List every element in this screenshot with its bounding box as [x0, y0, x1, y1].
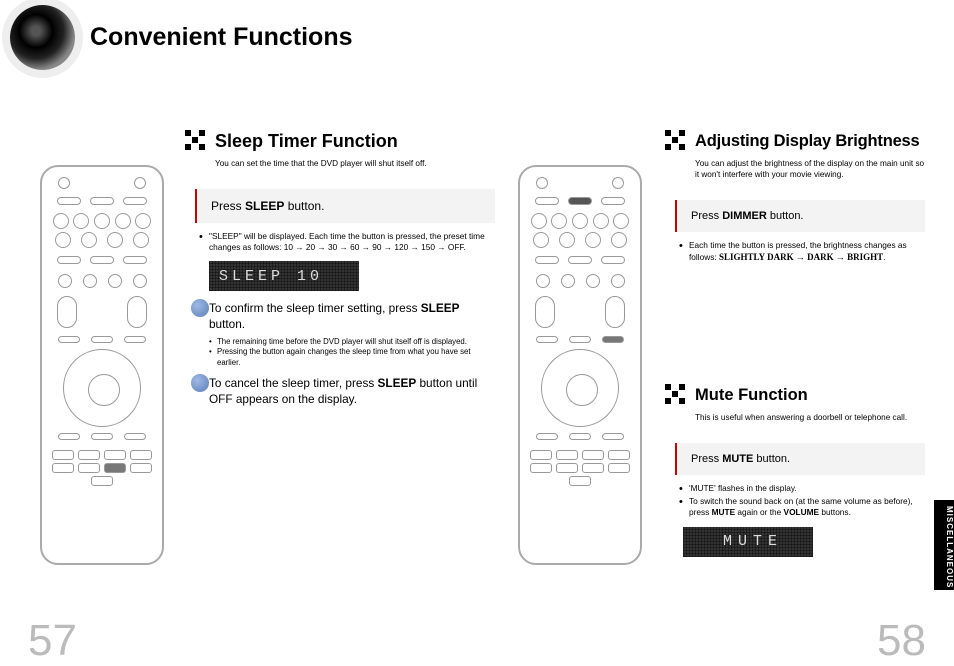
section-mute: Mute Function This is useful when answer… — [665, 384, 925, 567]
heading-text: Sleep Timer Function — [215, 131, 398, 152]
bullet-list: Each time the button is pressed, the bri… — [679, 240, 925, 263]
heading-text: Mute Function — [695, 386, 808, 405]
section-heading: Sleep Timer Function — [185, 130, 495, 152]
page-number-right: 58 — [877, 616, 926, 666]
page-header: Convenient Functions — [10, 5, 353, 70]
chevron-pattern-icon — [185, 130, 207, 152]
instruction-box: Press SLEEP button. — [195, 189, 495, 223]
instruction-box: Press MUTE button. — [675, 443, 925, 475]
speaker-icon — [10, 5, 75, 70]
bullet-item: 'MUTE' flashes in the display. — [679, 483, 925, 494]
instruction-box: Press DIMMER button. — [675, 200, 925, 232]
cancel-step: To cancel the sleep timer, press SLEEP b… — [197, 376, 495, 408]
page-number-left: 57 — [28, 616, 77, 666]
section-intro: You can adjust the brightness of the dis… — [695, 158, 925, 180]
section-heading: Adjusting Display Brightness — [665, 130, 925, 152]
bullet-item: "SLEEP" will be displayed. Each time the… — [199, 231, 495, 253]
remote-control-illustration-right — [518, 165, 642, 565]
section-heading: Mute Function — [665, 384, 925, 406]
bullet-list: 'MUTE' flashes in the display. To switch… — [679, 483, 925, 519]
section-sleep-timer: Sleep Timer Function You can set the tim… — [185, 130, 495, 412]
chevron-pattern-icon — [665, 384, 687, 406]
section-intro: You can set the time that the DVD player… — [215, 158, 495, 169]
page-title: Convenient Functions — [90, 23, 353, 52]
remote-control-illustration-left — [40, 165, 164, 565]
chevron-pattern-icon — [665, 130, 687, 152]
section-intro: This is useful when answering a doorbell… — [695, 412, 925, 423]
confirm-step: To confirm the sleep timer setting, pres… — [197, 301, 495, 333]
sub-bullet-list: The remaining time before the DVD player… — [209, 337, 495, 367]
side-tab-miscellaneous: MISCELLANEOUS — [934, 500, 954, 590]
section-display-brightness: Adjusting Display Brightness You can adj… — [665, 130, 925, 270]
bullet-list: "SLEEP" will be displayed. Each time the… — [199, 231, 495, 253]
lcd-display-mute: MUTE — [683, 527, 813, 557]
bullet-item: To switch the sound back on (at the same… — [679, 496, 925, 518]
bullet-item: Each time the button is pressed, the bri… — [679, 240, 925, 263]
lcd-display-sleep: SLEEP 10 — [209, 261, 359, 291]
heading-text: Adjusting Display Brightness — [695, 132, 920, 151]
